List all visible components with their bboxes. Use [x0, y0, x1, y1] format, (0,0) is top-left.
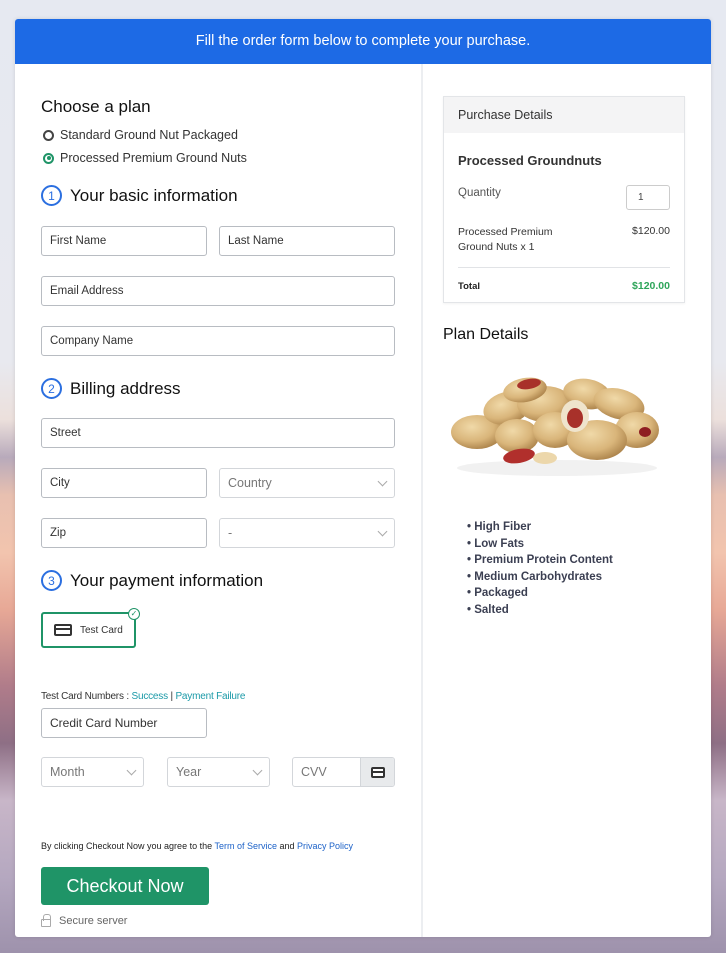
company-name-input[interactable]: Company Name	[41, 326, 395, 356]
agreement-text: and	[276, 841, 297, 851]
credit-card-icon	[370, 766, 385, 778]
feature-item: High Fiber	[467, 519, 613, 536]
year-select[interactable]: Year	[167, 757, 270, 787]
select-value: Country	[228, 476, 272, 490]
first-name-input[interactable]: First Name	[41, 226, 207, 256]
agreement-text: By clicking Checkout Now you agree to th…	[41, 841, 215, 851]
quantity-label: Quantity	[458, 187, 501, 199]
terms-agreement: By clicking Checkout Now you agree to th…	[41, 841, 353, 851]
country-select[interactable]: Country	[219, 468, 395, 498]
test-card-numbers: Test Card Numbers : Success | Payment Fa…	[41, 691, 245, 702]
cvv-card-button[interactable]	[360, 758, 394, 786]
secure-server-label: Secure server	[59, 915, 128, 927]
month-select[interactable]: Month	[41, 757, 144, 787]
order-form-column: Choose a plan Standard Ground Nut Packag…	[15, 64, 423, 937]
feature-item: Low Fats	[467, 536, 613, 553]
terms-of-service-link[interactable]: Term of Service	[214, 841, 277, 851]
billing-address-heading: 2 Billing address	[41, 378, 181, 399]
line-item-name: Processed Premium Ground Nuts x 1	[458, 226, 553, 253]
chevron-down-icon	[377, 526, 388, 537]
credit-card-number-input[interactable]: Credit Card Number	[41, 708, 207, 738]
feature-item: Packaged	[467, 585, 613, 602]
select-value: -	[228, 526, 233, 540]
feature-item: Premium Protein Content	[467, 552, 613, 569]
header-banner: Fill the order form below to complete yo…	[15, 19, 711, 64]
line-item-price: $120.00	[632, 225, 670, 237]
summary-column: Purchase Details Processed Groundnuts Qu…	[423, 64, 711, 937]
radio-checked-icon[interactable]	[43, 152, 54, 164]
select-value: Year	[176, 765, 202, 779]
step-number-badge: 1	[41, 185, 62, 206]
city-input[interactable]: City	[41, 468, 207, 498]
section-title: Billing address	[70, 378, 181, 398]
section-title: Your payment information	[70, 570, 264, 590]
credit-card-icon	[54, 624, 72, 636]
checkout-now-button[interactable]: Checkout Now	[41, 867, 209, 905]
check-circle-icon: ✓	[128, 608, 140, 620]
payment-method-label: Test Card	[80, 624, 123, 636]
plan-option-label: Processed Premium Ground Nuts	[60, 151, 247, 165]
divider	[458, 267, 670, 268]
plan-features-list: High Fiber Low Fats Premium Protein Cont…	[467, 519, 613, 619]
success-link[interactable]: Success	[131, 691, 168, 702]
quantity-input[interactable]: 1	[626, 185, 670, 210]
chevron-down-icon	[377, 476, 388, 487]
select-value: Month	[50, 765, 85, 779]
secure-server-note: Secure server	[41, 914, 128, 927]
test-numbers-label: Test Card Numbers :	[41, 691, 132, 702]
peanuts-image	[451, 377, 659, 476]
payment-failure-link[interactable]: Payment Failure	[175, 691, 245, 702]
plan-details-heading: Plan Details	[443, 326, 529, 343]
street-input[interactable]: Street	[41, 418, 395, 448]
step-number-badge: 3	[41, 570, 62, 591]
product-title: Processed Groundnuts	[458, 153, 602, 168]
radio-unchecked-icon[interactable]	[43, 129, 54, 141]
feature-item: Medium Carbohydrates	[467, 569, 613, 586]
plan-option-label: Standard Ground Nut Packaged	[60, 128, 238, 142]
chevron-down-icon	[126, 765, 137, 776]
section-title: Your basic information	[70, 185, 238, 205]
state-select[interactable]: -	[219, 518, 395, 548]
lock-icon	[41, 914, 51, 927]
purchase-details-box: Purchase Details Processed Groundnuts Qu…	[443, 96, 685, 303]
payment-info-heading: 3 Your payment information	[41, 570, 263, 591]
email-input[interactable]: Email Address	[41, 276, 395, 306]
feature-item: Salted	[467, 602, 613, 619]
step-number-badge: 2	[41, 378, 62, 399]
privacy-policy-link[interactable]: Privacy Policy	[297, 841, 353, 851]
order-form-card: Fill the order form below to complete yo…	[15, 19, 711, 937]
chevron-down-icon	[252, 765, 263, 776]
plan-option-premium[interactable]: Processed Premium Ground Nuts	[43, 151, 247, 165]
test-card-option[interactable]: Test Card ✓	[41, 608, 140, 648]
last-name-input[interactable]: Last Name	[219, 226, 395, 256]
plan-option-standard[interactable]: Standard Ground Nut Packaged	[43, 128, 238, 142]
cvv-placeholder: CVV	[301, 765, 327, 779]
purchase-details-heading: Purchase Details	[444, 97, 684, 133]
zip-input[interactable]: Zip	[41, 518, 207, 548]
basic-info-heading: 1 Your basic information	[41, 185, 238, 206]
total-label: Total	[458, 281, 480, 292]
choose-plan-heading: Choose a plan	[41, 97, 151, 116]
cvv-input[interactable]: CVV	[292, 757, 395, 787]
total-value: $120.00	[632, 280, 670, 292]
